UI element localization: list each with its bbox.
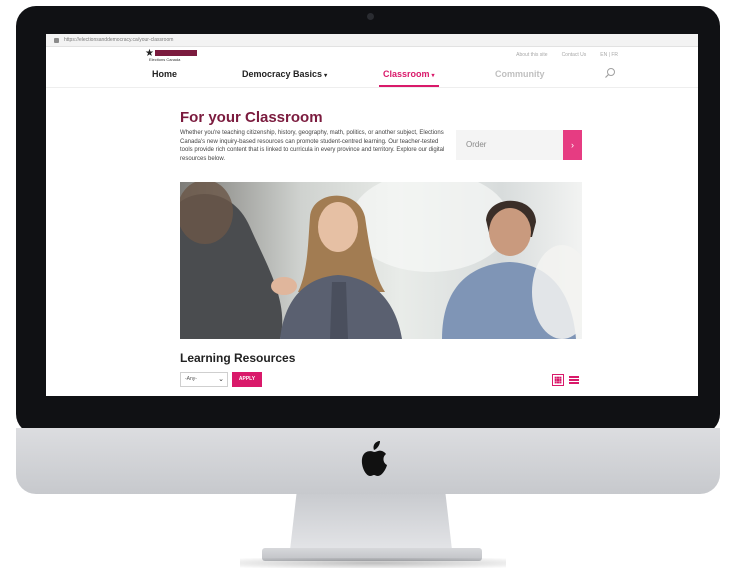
chevron-down-icon: ▾: [431, 73, 435, 79]
nav-home[interactable]: Home: [152, 69, 177, 79]
lock-icon: [54, 37, 59, 43]
nav-democracy-basics[interactable]: Democracy Basics ▾: [242, 69, 327, 79]
logo-bar: [155, 50, 197, 56]
nav-democracy-basics-label: Democracy Basics: [242, 69, 323, 79]
filter-value: -Any-: [185, 376, 197, 382]
screen: https://electionsanddemocracy.ca/your-cl…: [46, 34, 698, 396]
resource-filter-select[interactable]: -Any- ⌄: [180, 372, 228, 387]
list-view-icon[interactable]: [568, 374, 580, 386]
search-icon[interactable]: [604, 67, 616, 79]
intro-paragraph: Whether you're teaching citizenship, his…: [180, 130, 445, 162]
utility-bar: ★ Elections Canada About this site Conta…: [46, 47, 698, 63]
apple-logo-icon: [361, 441, 387, 476]
hero-image: [180, 182, 582, 339]
main-nav: Home Democracy Basics ▾ Classroom ▾ Commun…: [46, 63, 698, 88]
camera-dot: [367, 13, 374, 20]
utility-link-contact[interactable]: Contact Us: [562, 52, 587, 58]
grid-view-icon[interactable]: [552, 374, 564, 386]
order-label: Order: [466, 140, 487, 149]
page-title: For your Classroom: [180, 109, 323, 126]
url-text: https://electionsanddemocracy.ca/your-cl…: [64, 37, 174, 43]
utility-link-about[interactable]: About this site: [516, 52, 547, 58]
nav-home-label: Home: [152, 69, 178, 79]
chevron-down-icon: ▾: [324, 73, 328, 79]
order-button[interactable]: ›: [563, 130, 582, 160]
browser-address-bar[interactable]: https://electionsanddemocracy.ca/your-cl…: [46, 34, 698, 47]
logo-text: Elections Canada: [149, 57, 181, 62]
monitor-stand-neck: [290, 494, 452, 550]
nav-classroom[interactable]: Classroom ▾: [379, 69, 439, 87]
nav-community-label: Community: [495, 69, 545, 79]
elections-canada-logo[interactable]: ★ Elections Canada: [145, 49, 197, 62]
order-box[interactable]: Order ›: [456, 130, 582, 160]
chevron-down-icon: ⌄: [218, 376, 224, 383]
stand-shadow: [240, 558, 506, 568]
language-toggle[interactable]: EN | FR: [600, 52, 618, 58]
nav-community[interactable]: Community: [495, 69, 545, 79]
apply-button[interactable]: APPLY: [232, 372, 262, 387]
nav-classroom-label: Classroom: [383, 69, 430, 79]
learning-resources-title: Learning Resources: [180, 351, 296, 365]
utility-links: About this site Contact Us EN | FR: [516, 52, 618, 58]
